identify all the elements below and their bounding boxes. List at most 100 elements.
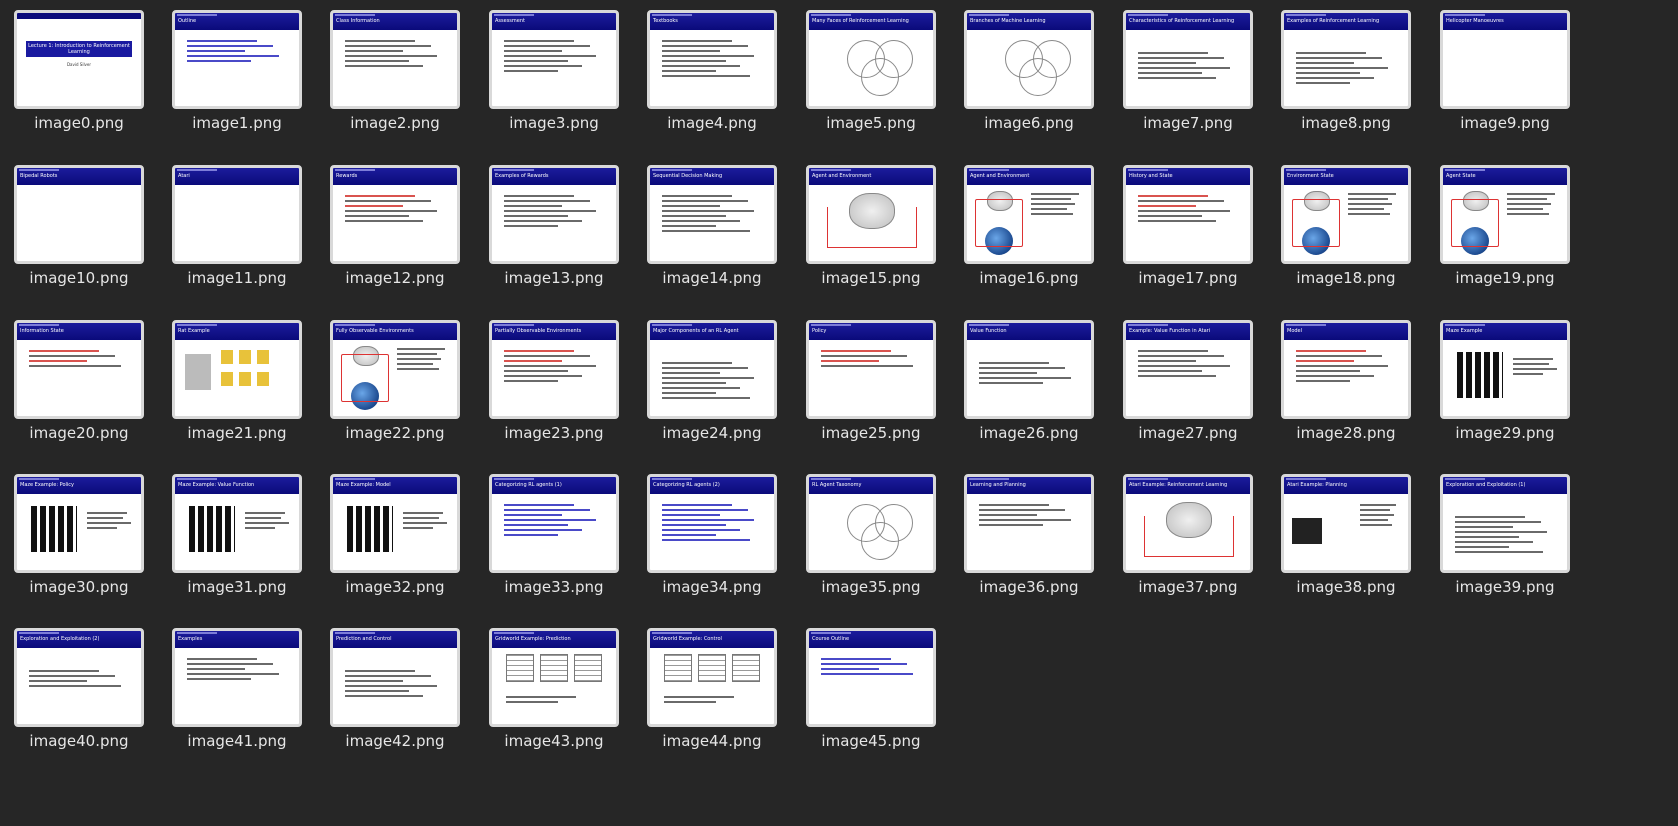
slide-thumbnail[interactable]: Atari Example: Planning: [1281, 474, 1411, 573]
slide-thumbnail[interactable]: Exploration and Exploitation (2): [14, 628, 144, 727]
file-tile[interactable]: Characteristics of Reinforcement Learnin…: [1109, 10, 1267, 132]
file-tile[interactable]: Major Components of an RL Agent image24.p…: [633, 320, 791, 442]
file-tile[interactable]: Maze Example: Value Function image31.png: [158, 474, 316, 596]
slide-thumbnail[interactable]: Textbooks: [647, 10, 777, 109]
file-tile[interactable]: Branches of Machine Learning image6.png: [950, 10, 1108, 132]
slide-text-line: [662, 524, 726, 526]
file-tile[interactable]: Atari image11.png: [158, 165, 316, 287]
slide-thumbnail[interactable]: Assessment: [489, 10, 619, 109]
file-tile[interactable]: Gridworld Example: Prediction image43.png: [475, 628, 633, 750]
file-tile[interactable]: Class Information image2.png: [316, 10, 474, 132]
file-tile[interactable]: Value Function image26.png: [950, 320, 1108, 442]
file-tile[interactable]: Examples image41.png: [158, 628, 316, 750]
file-tile[interactable]: Information State image20.png: [0, 320, 158, 442]
slide-text-line: [662, 195, 732, 197]
file-tile[interactable]: Prediction and Control image42.png: [316, 628, 474, 750]
slide-thumbnail[interactable]: Gridworld Example: Prediction: [489, 628, 619, 727]
slide-thumbnail[interactable]: Examples: [172, 628, 302, 727]
slide-thumbnail[interactable]: Agent State: [1440, 165, 1570, 264]
slide-body: [967, 30, 1091, 106]
slide-thumbnail[interactable]: Major Components of an RL Agent: [647, 320, 777, 419]
slide-thumbnail[interactable]: Many Faces of Reinforcement Learning: [806, 10, 936, 109]
slide-thumbnail[interactable]: Class Information: [330, 10, 460, 109]
slide-thumbnail[interactable]: Examples of Reinforcement Learning: [1281, 10, 1411, 109]
file-tile[interactable]: Exploration and Exploitation (2) image40.…: [0, 628, 158, 750]
slide-thumbnail[interactable]: Rewards: [330, 165, 460, 264]
file-tile[interactable]: Course Outline image45.png: [792, 628, 950, 750]
file-tile[interactable]: Example: Value Function in Atari image27.…: [1109, 320, 1267, 442]
file-tile[interactable]: Maze Example image29.png: [1426, 320, 1584, 442]
file-tile[interactable]: History and State image17.png: [1109, 165, 1267, 287]
slide-title: Agent State: [1446, 173, 1476, 179]
slide-thumbnail[interactable]: Outline: [172, 10, 302, 109]
slide-thumbnail[interactable]: Maze Example: [1440, 320, 1570, 419]
file-name-label: image6.png: [984, 114, 1074, 132]
file-tile[interactable]: Gridworld Example: Control image44.png: [633, 628, 791, 750]
file-tile[interactable]: Agent State image19.png: [1426, 165, 1584, 287]
file-tile[interactable]: Maze Example: Policy image30.png: [0, 474, 158, 596]
slide-thumbnail[interactable]: Maze Example: Policy: [14, 474, 144, 573]
file-tile[interactable]: Lecture 1: Introduction to Reinforcement…: [0, 10, 158, 132]
slide-thumbnail[interactable]: Model: [1281, 320, 1411, 419]
slide-thumbnail[interactable]: Gridworld Example: Control: [647, 628, 777, 727]
file-tile[interactable]: Environment State image18.png: [1267, 165, 1425, 287]
slide-thumbnail[interactable]: Characteristics of Reinforcement Learnin…: [1123, 10, 1253, 109]
slide-thumbnail[interactable]: Partially Observable Environments: [489, 320, 619, 419]
file-tile[interactable]: Policy image25.png: [792, 320, 950, 442]
slide-text-line: [1031, 193, 1079, 195]
slide-thumbnail[interactable]: Agent and Environment: [964, 165, 1094, 264]
file-tile[interactable]: Atari Example: Planning image38.png: [1267, 474, 1425, 596]
file-tile[interactable]: Sequential Decision Making image14.png: [633, 165, 791, 287]
file-tile[interactable]: Helicopter Manoeuvres image9.png: [1426, 10, 1584, 132]
file-tile[interactable]: RL Agent Taxonomy image35.png: [792, 474, 950, 596]
slide-thumbnail[interactable]: Exploration and Exploitation (1): [1440, 474, 1570, 573]
slide-thumbnail[interactable]: Example: Value Function in Atari: [1123, 320, 1253, 419]
slide-thumbnail[interactable]: Information State: [14, 320, 144, 419]
slide-thumbnail[interactable]: RL Agent Taxonomy: [806, 474, 936, 573]
file-tile[interactable]: Many Faces of Reinforcement Learning imag…: [792, 10, 950, 132]
file-tile[interactable]: Categorizing RL agents (1) image33.png: [475, 474, 633, 596]
file-tile[interactable]: Maze Example: Model image32.png: [316, 474, 474, 596]
slide-thumbnail[interactable]: Branches of Machine Learning: [964, 10, 1094, 109]
slide-thumbnail[interactable]: Rat Example: [172, 320, 302, 419]
file-tile[interactable]: Fully Observable Environments image22.png: [316, 320, 474, 442]
slide-thumbnail[interactable]: Examples of Rewards: [489, 165, 619, 264]
slide-thumbnail[interactable]: Lecture 1: Introduction to Reinforcement…: [14, 10, 144, 109]
file-tile[interactable]: Examples of Reinforcement Learning image8…: [1267, 10, 1425, 132]
slide-thumbnail[interactable]: Maze Example: Model: [330, 474, 460, 573]
file-tile[interactable]: Examples of Rewards image13.png: [475, 165, 633, 287]
slide-thumbnail[interactable]: Prediction and Control: [330, 628, 460, 727]
slide-thumbnail[interactable]: Bipedal Robots: [14, 165, 144, 264]
file-tile[interactable]: Categorizing RL agents (2) image34.png: [633, 474, 791, 596]
slide-thumbnail[interactable]: Maze Example: Value Function: [172, 474, 302, 573]
slide-thumbnail[interactable]: Fully Observable Environments: [330, 320, 460, 419]
slide-thumbnail[interactable]: Course Outline: [806, 628, 936, 727]
slide-thumbnail[interactable]: Sequential Decision Making: [647, 165, 777, 264]
slide-thumbnail[interactable]: Environment State: [1281, 165, 1411, 264]
slide-thumbnail[interactable]: History and State: [1123, 165, 1253, 264]
slide-thumbnail[interactable]: Policy: [806, 320, 936, 419]
file-tile[interactable]: Exploration and Exploitation (1) image39.…: [1426, 474, 1584, 596]
slide-thumbnail[interactable]: Categorizing RL agents (1): [489, 474, 619, 573]
slide-thumbnail[interactable]: Categorizing RL agents (2): [647, 474, 777, 573]
file-tile[interactable]: Learning and Planning image36.png: [950, 474, 1108, 596]
slide-body: Lecture 1: Introduction to Reinforcement…: [17, 13, 141, 106]
slide-text-line: [662, 362, 732, 364]
slide-thumbnail[interactable]: Value Function: [964, 320, 1094, 419]
file-tile[interactable]: Rat Example image21.png: [158, 320, 316, 442]
slide-thumbnail[interactable]: Atari: [172, 165, 302, 264]
file-tile[interactable]: Rewards image12.png: [316, 165, 474, 287]
file-tile[interactable]: Model image28.png: [1267, 320, 1425, 442]
file-tile[interactable]: Partially Observable Environments image23…: [475, 320, 633, 442]
file-tile[interactable]: Atari Example: Reinforcement Learning ima…: [1109, 474, 1267, 596]
file-tile[interactable]: Outline image1.png: [158, 10, 316, 132]
file-tile[interactable]: Bipedal Robots image10.png: [0, 165, 158, 287]
file-tile[interactable]: Agent and Environment image16.png: [950, 165, 1108, 287]
file-tile[interactable]: Assessment image3.png: [475, 10, 633, 132]
file-tile[interactable]: Textbooks image4.png: [633, 10, 791, 132]
slide-thumbnail[interactable]: Helicopter Manoeuvres: [1440, 10, 1570, 109]
slide-thumbnail[interactable]: Atari Example: Reinforcement Learning: [1123, 474, 1253, 573]
slide-thumbnail[interactable]: Agent and Environment: [806, 165, 936, 264]
slide-thumbnail[interactable]: Learning and Planning: [964, 474, 1094, 573]
file-tile[interactable]: Agent and Environment image15.png: [792, 165, 950, 287]
